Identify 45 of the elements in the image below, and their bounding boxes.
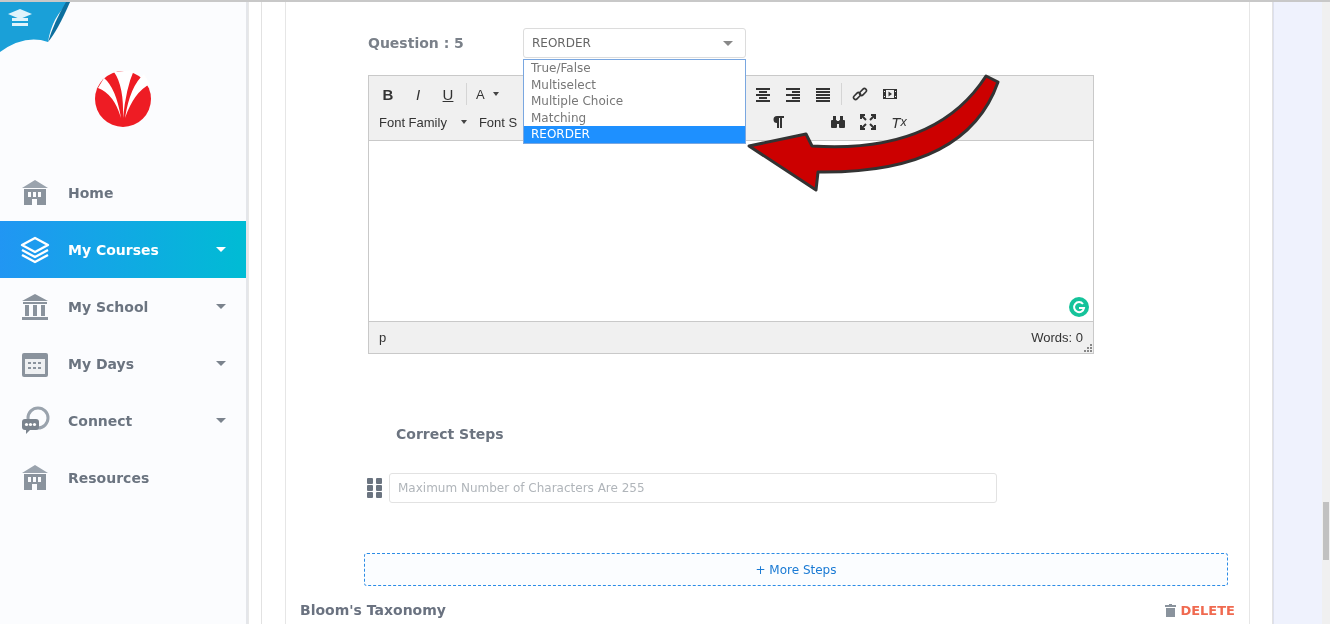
dropdown-option[interactable]: Matching (524, 109, 745, 126)
resize-handle-icon (1084, 344, 1092, 352)
dropdown-option[interactable]: Multiselect (524, 76, 745, 93)
text-color-button[interactable]: A (470, 81, 505, 107)
building-icon (20, 177, 50, 208)
bold-button[interactable]: B (373, 81, 403, 107)
section-title: Bloom's Taxonomy (300, 602, 446, 618)
caret-icon (723, 40, 733, 46)
font-size-dropdown[interactable]: Font S (472, 109, 524, 135)
bank-icon (20, 291, 50, 322)
corner-ribbon-icon (0, 2, 72, 52)
paragraph-icon[interactable] (770, 114, 787, 130)
dropdown-option[interactable]: True/False (524, 60, 745, 77)
trash-icon (1165, 603, 1177, 617)
chat-icon (20, 405, 50, 436)
delete-button[interactable]: DELETE (1165, 602, 1235, 618)
grammar-check-icon (1069, 297, 1089, 317)
sidebar-item[interactable]: Connect (0, 392, 246, 449)
question-label: Question : 5 (368, 35, 465, 51)
word-count: Words: 0 (1031, 330, 1083, 345)
more-steps-button[interactable]: + More Steps (364, 553, 1228, 586)
sidebar-item[interactable]: My Days (0, 335, 246, 392)
building-icon (20, 462, 50, 493)
sidebar-item[interactable]: Home (0, 164, 246, 221)
caret-icon (216, 361, 226, 366)
scrollbar-thumb[interactable] (1323, 502, 1329, 560)
layers-icon (20, 234, 50, 265)
sidebar-item[interactable]: My Courses (0, 221, 246, 278)
caret-icon (216, 418, 226, 423)
element-path: p (379, 330, 387, 345)
caret-icon (216, 304, 226, 309)
drag-handle-icon (367, 478, 383, 498)
section-title: Correct Steps (396, 426, 505, 442)
italic-button[interactable]: I (403, 81, 433, 107)
dropdown-option[interactable]: REORDER (524, 126, 745, 143)
question-type-select[interactable]: REORDER (523, 28, 746, 58)
caret-icon (216, 247, 226, 252)
underline-button[interactable]: U (433, 81, 463, 107)
sidebar-item[interactable]: My School (0, 278, 246, 335)
sidebar-item[interactable]: Resources (0, 449, 246, 506)
dropdown-option[interactable]: Multiple Choice (524, 93, 745, 110)
font-family-dropdown[interactable]: Font Family (373, 109, 473, 135)
step-input[interactable]: Maximum Number of Characters Are 255 (389, 473, 997, 503)
fullscreen-icon[interactable] (860, 114, 877, 130)
binoculars-icon[interactable] (830, 114, 847, 130)
